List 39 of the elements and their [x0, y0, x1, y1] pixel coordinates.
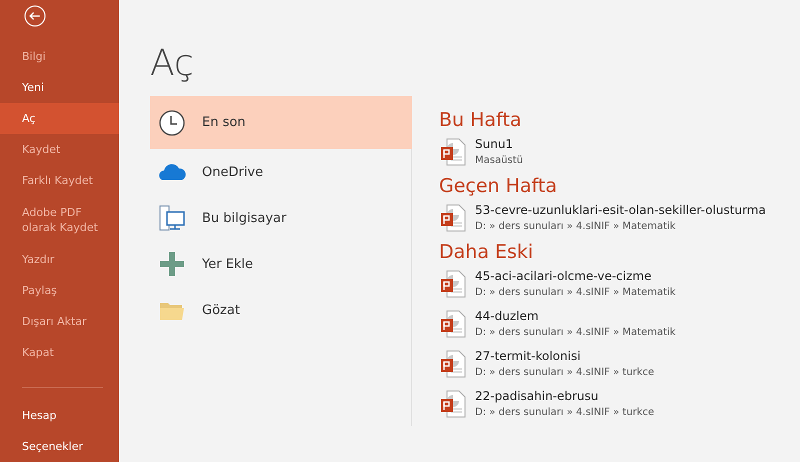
file-path: D: » ders sunuları » 4.sINIF » turkce	[475, 406, 654, 420]
file-name[interactable]: 22-padisahin-ebrusu	[475, 388, 654, 405]
place-item[interactable]: Yer Ekle	[150, 241, 411, 287]
place-item[interactable]: Bu bilgisayar	[150, 195, 411, 241]
place-label: Bu bilgisayar	[202, 210, 286, 226]
clock-icon	[158, 108, 186, 136]
presentation-file-icon	[439, 389, 467, 419]
section-heading: Daha Eski	[439, 240, 534, 264]
menu-item[interactable]: Aç	[0, 103, 119, 134]
file-path: D: » ders sunuları » 4.sINIF » Matematik	[475, 220, 677, 234]
file-name[interactable]: 27-termit-kolonisi	[475, 348, 654, 365]
menu-item[interactable]: Seçenekler	[0, 431, 119, 462]
file-name[interactable]: 45-aci-acilari-olcme-ve-cizme	[475, 268, 676, 285]
file-path: D: » ders sunuları » 4.sINIF » Matematik	[475, 326, 676, 340]
place-item[interactable]: En son	[150, 96, 412, 149]
plus-icon	[158, 250, 186, 278]
section-heading: Geçen Hafta	[439, 174, 558, 198]
menu-item[interactable]: Hesap	[0, 400, 119, 431]
place-label: Gözat	[202, 302, 240, 318]
presentation-file-icon	[439, 349, 467, 379]
file-path: D: » ders sunuları » 4.sINIF » turkce	[475, 366, 654, 380]
place-item[interactable]: Gözat	[150, 287, 411, 333]
presentation-file-icon	[439, 309, 467, 339]
file-name[interactable]: 53-cevre-uzunluklari-esit-olan-sekiller-olusturma	[475, 202, 766, 219]
presentation-file-icon	[439, 203, 467, 233]
place-label: Yer Ekle	[202, 256, 254, 272]
menu-item[interactable]: Yeni	[0, 72, 119, 103]
place-label: En son	[202, 115, 246, 130]
place-label: OneDrive	[202, 164, 264, 180]
page-title: Aç	[150, 42, 195, 86]
file-path: D: » ders sunuları » 4.sINIF » Matematik	[475, 286, 676, 300]
section-heading: Bu Hafta	[439, 108, 522, 132]
file-name[interactable]: Sunu1	[475, 136, 523, 153]
place-item[interactable]: OneDrive	[150, 149, 411, 195]
file-name[interactable]: 44-duzlem	[475, 308, 676, 325]
file-path: Masaüstü	[475, 154, 523, 168]
presentation-file-icon	[439, 137, 467, 167]
computer-icon	[158, 204, 186, 232]
presentation-file-icon	[439, 269, 467, 299]
